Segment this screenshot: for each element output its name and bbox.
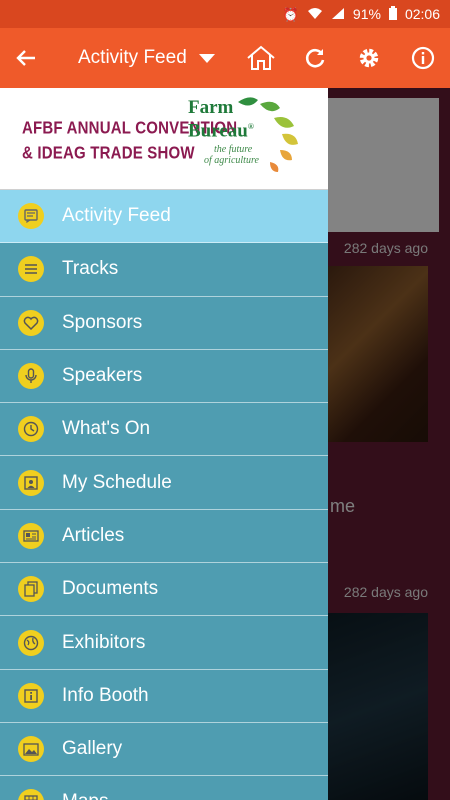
- drawer-header: AFBF ANNUAL CONVENTION & IDEAG TRADE SHO…: [0, 88, 328, 190]
- gear-icon[interactable]: [342, 28, 396, 88]
- info-square-icon: [18, 682, 44, 709]
- tagline: the future of agriculture: [204, 144, 259, 166]
- map-icon: [18, 789, 44, 800]
- navigation-drawer: AFBF ANNUAL CONVENTION & IDEAG TRADE SHO…: [0, 88, 328, 800]
- calendar-person-icon: [18, 469, 44, 496]
- signal-icon: [331, 7, 345, 22]
- menu-item-label: My Schedule: [62, 471, 172, 493]
- image-icon: [18, 736, 44, 763]
- refresh-icon[interactable]: [288, 28, 342, 88]
- page-title: Activity Feed: [78, 47, 187, 68]
- feed-icon: [18, 203, 44, 230]
- menu-item-label: Exhibitors: [62, 631, 146, 653]
- menu-item-label: Documents: [62, 578, 159, 600]
- menu-item-articles[interactable]: Articles: [0, 509, 328, 564]
- article-icon: [18, 522, 44, 549]
- battery-icon: [388, 6, 397, 22]
- menu-item-label: Gallery: [62, 738, 123, 760]
- menu-item-label: What's On: [62, 418, 151, 440]
- menu-item-exhibitors[interactable]: Exhibitors: [0, 616, 328, 670]
- menu-item-whats-on[interactable]: What's On: [0, 403, 328, 457]
- menu-item-my-schedule[interactable]: My Schedule: [0, 456, 328, 510]
- alarm-icon: ⏰: [282, 6, 299, 22]
- back-arrow-icon[interactable]: [0, 28, 52, 88]
- heart-icon: [18, 309, 44, 336]
- menu-item-documents[interactable]: Documents: [0, 563, 328, 617]
- menu-item-gallery[interactable]: Gallery: [0, 722, 328, 777]
- list-icon: [18, 256, 44, 283]
- menu-item-maps[interactable]: Maps: [0, 776, 328, 800]
- menu-item-label: Info Booth: [62, 684, 149, 706]
- status-bar: ⏰ 91% 02:06: [0, 0, 450, 28]
- app-bar: Activity Feed: [0, 28, 450, 88]
- menu-item-tracks[interactable]: Tracks: [0, 243, 328, 297]
- globe-icon: [18, 629, 44, 656]
- clock-time: 02:06: [404, 6, 440, 22]
- clock-icon: [18, 416, 44, 443]
- battery-text: 91%: [352, 6, 381, 22]
- menu-item-label: Sponsors: [62, 311, 143, 333]
- menu-item-sponsors[interactable]: Sponsors: [0, 296, 328, 350]
- wifi-icon: [307, 7, 323, 22]
- menu-item-label: Tracks: [62, 258, 119, 280]
- menu-item-label: Speakers: [62, 365, 143, 387]
- menu-item-label: Maps: [62, 791, 108, 800]
- menu-item-label: Activity Feed: [62, 205, 171, 227]
- feed-selector[interactable]: Activity Feed: [78, 47, 215, 69]
- menu-item-activity-feed[interactable]: Activity Feed: [0, 190, 328, 244]
- menu-item-info-booth[interactable]: Info Booth: [0, 669, 328, 723]
- document-icon: [18, 576, 44, 603]
- menu-item-speakers[interactable]: Speakers: [0, 349, 328, 404]
- menu-item-label: Articles: [62, 524, 125, 546]
- dropdown-caret-icon: [198, 53, 215, 63]
- drawer-menu: Activity Feed Tracks Sponsors Speakers W…: [0, 190, 328, 800]
- info-icon[interactable]: [396, 28, 450, 88]
- microphone-icon: [18, 363, 44, 390]
- home-icon[interactable]: [234, 28, 288, 88]
